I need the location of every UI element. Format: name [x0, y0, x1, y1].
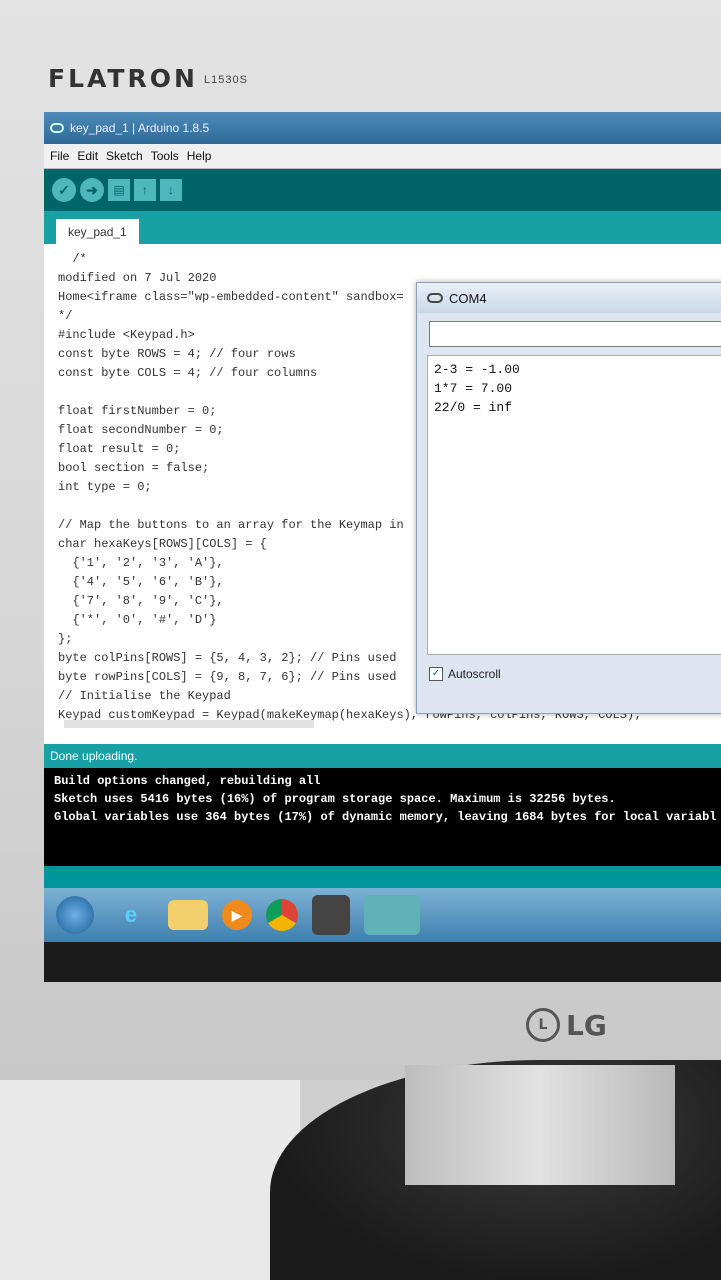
file-explorer-icon[interactable] [168, 900, 208, 930]
tab-key-pad-1[interactable]: key_pad_1 [56, 219, 139, 245]
menubar: File Edit Sketch Tools Help [44, 144, 721, 169]
menu-edit[interactable]: Edit [77, 149, 98, 163]
window-titlebar: key_pad_1 | Arduino 1.8.5 [44, 112, 721, 144]
monitor-brand: FLATRON [48, 64, 198, 93]
menu-help[interactable]: Help [187, 149, 212, 163]
monitor-bezel: FLATRON L1530S key_pad_1 | Arduino 1.8.5… [0, 0, 721, 1080]
code-line: /* [58, 252, 87, 266]
internet-explorer-icon[interactable]: e [108, 895, 154, 935]
chrome-icon[interactable] [266, 899, 298, 931]
lg-logo-text: LG [566, 1008, 607, 1042]
serial-output-line: 22/0 = inf [434, 400, 513, 415]
verify-button[interactable]: ✓ [52, 178, 76, 202]
editor-horizontal-scrollbar[interactable] [64, 720, 314, 728]
autoscroll-option[interactable]: ✓ Autoscroll [429, 667, 501, 681]
console-output: Build options changed, rebuilding all Ske… [44, 768, 721, 866]
monitor-model: L1530S [204, 74, 248, 86]
autoscroll-checkbox[interactable]: ✓ [429, 667, 443, 681]
menu-tools[interactable]: Tools [151, 149, 179, 163]
media-player-icon[interactable]: ▶ [222, 900, 252, 930]
save-button[interactable]: ↓ [160, 179, 182, 201]
arduino-icon [427, 293, 443, 303]
serial-monitor-titlebar: COM4 [417, 283, 721, 313]
serial-monitor-window: COM4 2-3 = -1.00 1*7 = 7.00 22/0 = inf ✓ A… [416, 282, 721, 714]
start-button[interactable] [56, 896, 94, 934]
lg-logo-circle: L [526, 1008, 560, 1042]
console-line: Global variables use 364 bytes (17%) of … [54, 810, 717, 824]
menu-sketch[interactable]: Sketch [106, 149, 143, 163]
taskbar: e ▶ [44, 888, 721, 942]
lg-logo: L LG [526, 1008, 607, 1042]
serial-monitor-title: COM4 [449, 290, 487, 306]
serial-output-line: 1*7 = 7.00 [434, 381, 513, 396]
autoscroll-label: Autoscroll [448, 667, 501, 681]
monitor-neck [405, 1065, 675, 1185]
console-line: Build options changed, rebuilding all [54, 774, 321, 788]
serial-send-input[interactable] [429, 321, 721, 347]
open-button[interactable]: ↑ [134, 179, 156, 201]
menu-file[interactable]: File [50, 149, 69, 163]
new-button[interactable]: ▤ [108, 179, 130, 201]
screen: key_pad_1 | Arduino 1.8.5 File Edit Sket… [44, 112, 721, 982]
arduino-icon [50, 123, 64, 133]
serial-output: 2-3 = -1.00 1*7 = 7.00 22/0 = inf [427, 355, 721, 655]
window-title: key_pad_1 | Arduino 1.8.5 [70, 121, 210, 135]
upload-button[interactable]: ➜ [80, 178, 104, 202]
console-line: Sketch uses 5416 bytes (16%) of program … [54, 792, 616, 806]
toolbar: ✓ ➜ ▤ ↑ ↓ [44, 169, 721, 211]
tab-row: key_pad_1 [44, 211, 721, 245]
status-bar: Done uploading. [44, 744, 721, 768]
status-text: Done uploading. [50, 749, 138, 763]
serial-output-line: 2-3 = -1.00 [434, 362, 520, 377]
desk [0, 1080, 300, 1280]
app-icon[interactable] [312, 895, 350, 935]
arduino-taskbar-icon[interactable] [364, 895, 420, 935]
console-footer [44, 866, 721, 888]
